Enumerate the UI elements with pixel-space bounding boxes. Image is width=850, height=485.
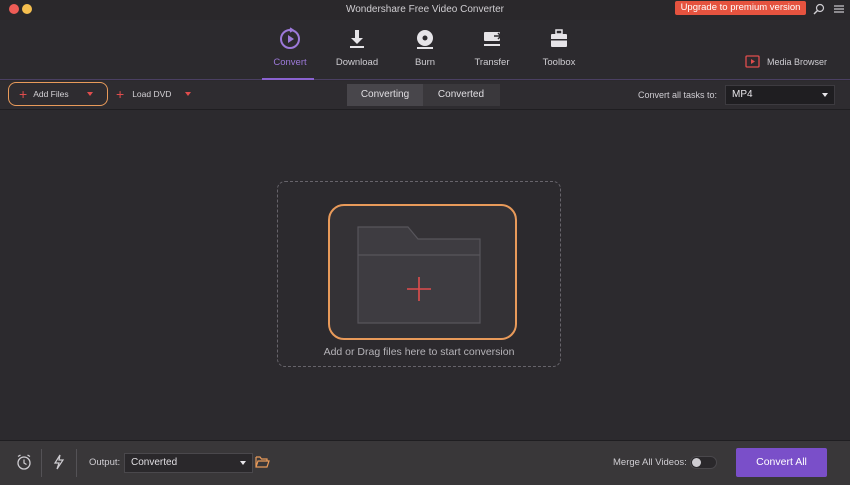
output-folder-select[interactable]: Converted xyxy=(124,453,253,473)
output-label: Output: xyxy=(89,457,121,468)
status-segmented-control: Converting Converted xyxy=(347,84,500,106)
tab-toolbox[interactable]: Toolbox xyxy=(529,26,589,78)
load-dvd-label: Load DVD xyxy=(132,89,172,99)
tab-transfer[interactable]: Transfer xyxy=(462,26,522,78)
footer-divider xyxy=(76,449,77,477)
load-dvd-button[interactable]: + Load DVD xyxy=(116,82,192,106)
media-browser-button[interactable]: Media Browser xyxy=(745,54,827,70)
footer-bar: Output: Converted Merge All Videos: Conv… xyxy=(0,440,850,485)
tab-converting[interactable]: Converting xyxy=(347,84,423,106)
toolbox-icon xyxy=(551,29,567,47)
tab-burn[interactable]: Burn xyxy=(395,26,455,78)
toolbar: + Add Files + Load DVD Converting Conver… xyxy=(0,81,850,110)
plus-icon: + xyxy=(116,86,125,102)
chevron-down-icon xyxy=(240,461,246,465)
menu-icon[interactable] xyxy=(832,2,846,16)
chevron-down-icon[interactable] xyxy=(86,92,93,96)
output-value: Converted xyxy=(131,457,178,468)
chevron-down-icon xyxy=(822,93,828,97)
output-format-select[interactable]: MP4 xyxy=(725,85,835,105)
merge-all-videos-label: Merge All Videos: xyxy=(613,457,687,468)
tab-converted[interactable]: Converted xyxy=(423,84,499,106)
transfer-icon xyxy=(484,32,503,46)
media-browser-icon xyxy=(745,55,760,68)
title-bar: Wondershare Free Video Converter Upgrade… xyxy=(0,0,850,20)
main-nav: Convert Download Burn Transfer Toolbox M… xyxy=(0,20,850,80)
tab-label: Download xyxy=(335,57,379,68)
tab-download[interactable]: Download xyxy=(327,26,387,78)
active-tab-indicator xyxy=(262,78,314,80)
folder-open-icon[interactable] xyxy=(255,455,270,469)
folder-add-icon[interactable] xyxy=(356,225,482,325)
burn-icon xyxy=(417,30,433,49)
tab-convert[interactable]: Convert xyxy=(260,26,320,78)
tab-label: Burn xyxy=(414,57,436,68)
upgrade-button[interactable]: Upgrade to premium version xyxy=(675,1,806,15)
footer-divider xyxy=(41,449,42,477)
convert-icon xyxy=(280,27,300,49)
media-browser-label: Media Browser xyxy=(767,57,828,67)
lightning-icon[interactable] xyxy=(50,453,68,471)
format-value: MP4 xyxy=(732,89,753,100)
add-files-button[interactable]: + Add Files xyxy=(8,82,108,106)
plus-icon: + xyxy=(19,86,28,102)
tab-label: Convert xyxy=(273,57,307,68)
chevron-down-icon[interactable] xyxy=(185,92,192,96)
search-icon[interactable] xyxy=(812,2,826,16)
download-icon xyxy=(350,30,364,48)
add-files-label: Add Files xyxy=(33,89,69,99)
convert-all-tasks-label: Convert all tasks to: xyxy=(638,90,718,100)
tab-label: Toolbox xyxy=(542,57,576,68)
alarm-clock-icon[interactable] xyxy=(15,453,33,471)
merge-toggle[interactable] xyxy=(690,456,717,469)
nav-divider xyxy=(0,79,850,80)
drop-hint-text: Add or Drag files here to start conversi… xyxy=(323,346,515,358)
tab-label: Transfer xyxy=(474,57,510,68)
convert-all-button[interactable]: Convert All xyxy=(736,448,827,477)
toggle-knob xyxy=(692,458,701,467)
